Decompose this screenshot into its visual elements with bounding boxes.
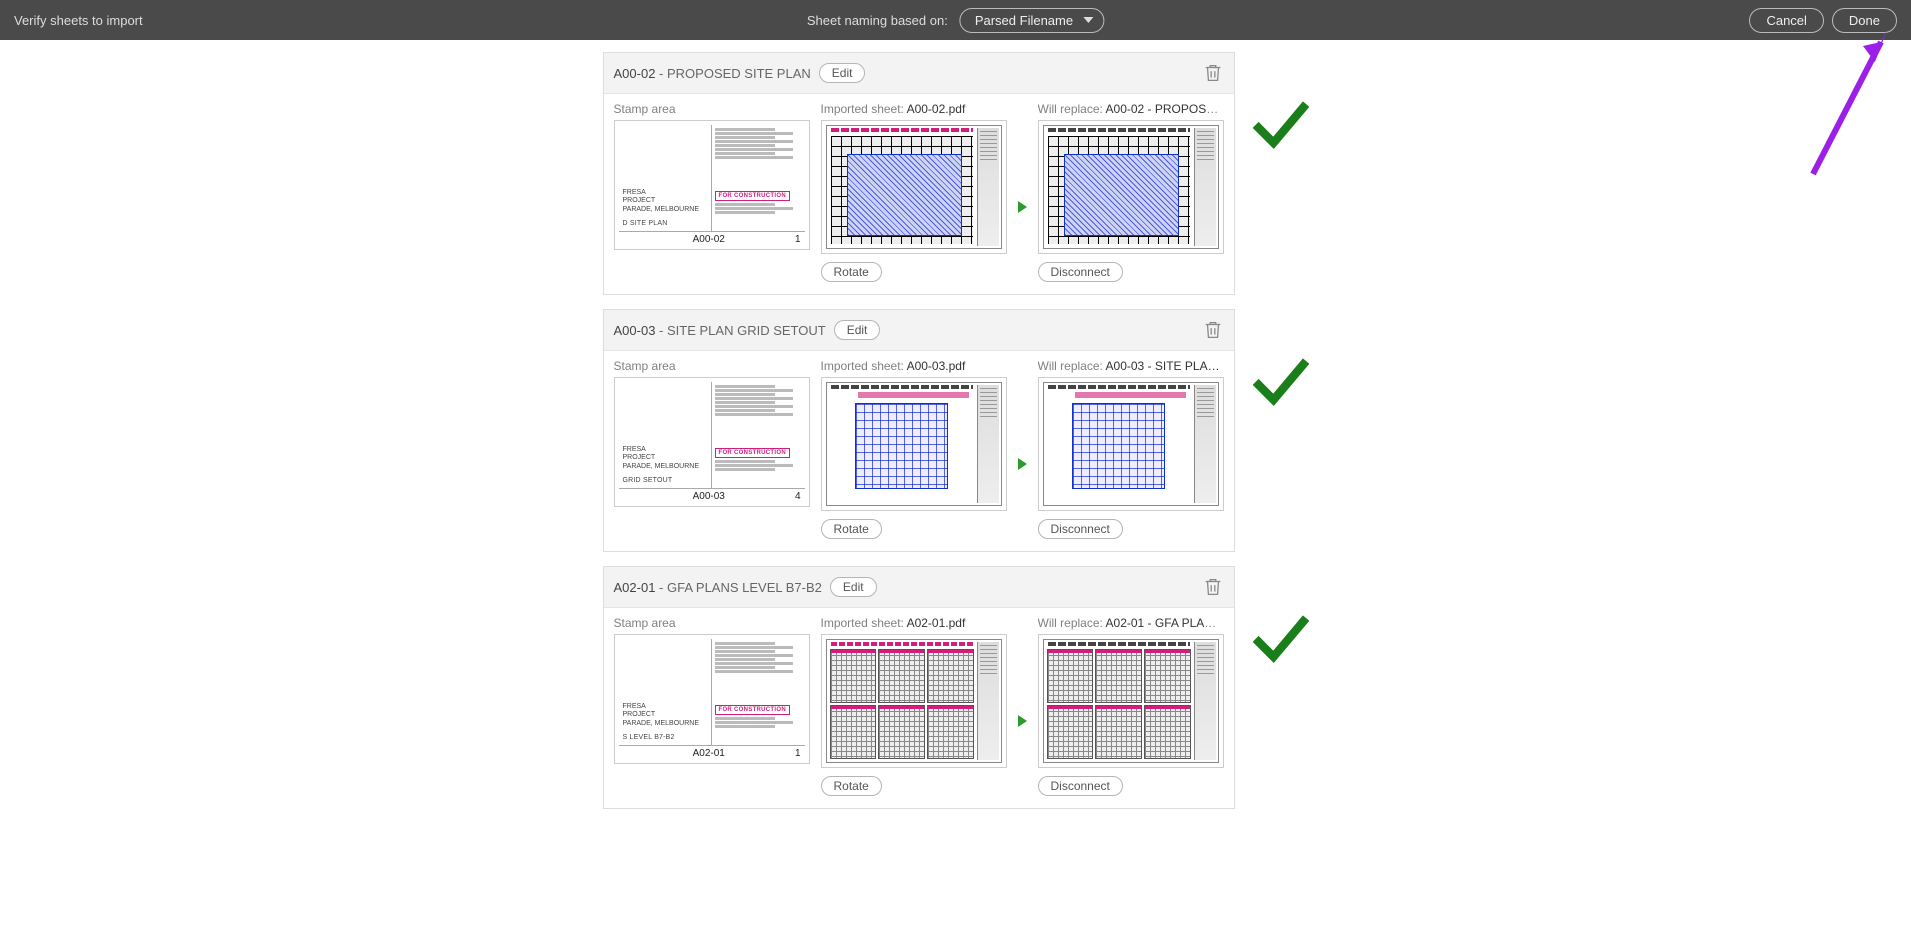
edit-button[interactable]: Edit — [819, 63, 866, 83]
sheet-card: A02-01 - GFA PLANS LEVEL B7-B2 Edit Stam… — [603, 566, 1235, 809]
stamp-area-label: Stamp area — [614, 102, 810, 116]
plan-thumbnail — [826, 639, 1002, 763]
check-icon — [1253, 355, 1309, 411]
naming-value: Parsed Filename — [975, 13, 1073, 28]
replace-label: Will replace: A00-03 - SITE PLA… — [1038, 359, 1224, 373]
for-construction-tag: FOR CONSTRUCTION — [715, 448, 790, 458]
rotate-button[interactable]: Rotate — [821, 262, 882, 282]
stamp-thumb[interactable]: FRESA PROJECT PARADE, MELBOURNE S LEVEL … — [614, 634, 810, 764]
stamp-page-number: 1 — [795, 234, 801, 245]
naming-label: Sheet naming based on: — [807, 13, 948, 28]
sheet-row: A02-01 - GFA PLANS LEVEL B7-B2 Edit Stam… — [603, 566, 1309, 809]
check-icon — [1253, 612, 1309, 668]
stamp-thumbnail: FRESA PROJECT PARADE, MELBOURNE GRID SET… — [619, 382, 805, 502]
imported-label: Imported sheet: A00-03.pdf — [821, 359, 1007, 373]
stamp-project: FRESA — [623, 189, 707, 197]
plan-thumbnail — [826, 382, 1002, 506]
disconnect-button[interactable]: Disconnect — [1038, 519, 1123, 539]
stamp-page-number: 1 — [795, 748, 801, 759]
sheet-name: A02-01 - GFA PLANS LEVEL B7-B2 — [614, 580, 822, 595]
stamp-thumb[interactable]: FRESA PROJECT PARADE, MELBOURNE GRID SET… — [614, 377, 810, 507]
sheet-name: A00-02 - PROPOSED SITE PLAN — [614, 66, 811, 81]
stamp-sheet-number: A02-01 — [693, 748, 725, 759]
stamp-sheet-number: A00-02 — [693, 234, 725, 245]
replace-thumb[interactable] — [1038, 120, 1224, 254]
imported-label: Imported sheet: A02-01.pdf — [821, 616, 1007, 630]
imported-thumb[interactable] — [821, 120, 1007, 254]
plan-thumbnail — [1043, 125, 1219, 249]
stamp-area-label: Stamp area — [614, 359, 810, 373]
card-header: A00-02 - PROPOSED SITE PLAN Edit — [604, 53, 1234, 94]
for-construction-tag: FOR CONSTRUCTION — [715, 191, 790, 201]
plan-thumbnail — [826, 125, 1002, 249]
imported-label: Imported sheet: A00-02.pdf — [821, 102, 1007, 116]
stamp-thumb[interactable]: FRESA PROJECT PARADE, MELBOURNE D SITE P… — [614, 120, 810, 250]
disconnect-button[interactable]: Disconnect — [1038, 262, 1123, 282]
edit-button[interactable]: Edit — [834, 320, 881, 340]
arrow-right-icon — [1018, 715, 1027, 727]
card-header: A00-03 - SITE PLAN GRID SETOUT Edit — [604, 310, 1234, 351]
naming-select[interactable]: Parsed Filename — [960, 8, 1104, 33]
imported-thumb[interactable] — [821, 634, 1007, 768]
naming-control: Sheet naming based on: Parsed Filename — [807, 8, 1104, 33]
done-button[interactable]: Done — [1832, 8, 1897, 33]
arrow-right-icon — [1018, 458, 1027, 470]
delete-button[interactable] — [1202, 61, 1224, 85]
stamp-thumbnail: FRESA PROJECT PARADE, MELBOURNE D SITE P… — [619, 125, 805, 245]
stamp-project: FRESA — [623, 703, 707, 711]
sheet-row: A00-03 - SITE PLAN GRID SETOUT Edit Stam… — [603, 309, 1309, 552]
stamp-area-label: Stamp area — [614, 616, 810, 630]
sheet-name: A00-03 - SITE PLAN GRID SETOUT — [614, 323, 826, 338]
disconnect-button[interactable]: Disconnect — [1038, 776, 1123, 796]
delete-button[interactable] — [1202, 318, 1224, 342]
check-icon — [1253, 98, 1309, 154]
top-bar: Verify sheets to import Sheet naming bas… — [0, 0, 1911, 40]
sheet-row: A00-02 - PROPOSED SITE PLAN Edit Stamp a… — [603, 52, 1309, 295]
plan-thumbnail — [1043, 639, 1219, 763]
sheet-card: A00-03 - SITE PLAN GRID SETOUT Edit Stam… — [603, 309, 1235, 552]
stamp-sheet-number: A00-03 — [693, 491, 725, 502]
stamp-page-number: 4 — [795, 491, 801, 502]
arrow-right-icon — [1018, 201, 1027, 213]
plan-thumbnail — [1043, 382, 1219, 506]
rotate-button[interactable]: Rotate — [821, 776, 882, 796]
for-construction-tag: FOR CONSTRUCTION — [715, 705, 790, 715]
replace-label: Will replace: A00-02 - PROPOSE… — [1038, 102, 1224, 116]
chevron-down-icon — [1083, 17, 1093, 23]
card-header: A02-01 - GFA PLANS LEVEL B7-B2 Edit — [604, 567, 1234, 608]
stamp-project: FRESA — [623, 446, 707, 454]
replace-label: Will replace: A02-01 - GFA PLAN… — [1038, 616, 1224, 630]
stamp-plan-label: D SITE PLAN — [623, 220, 707, 227]
imported-thumb[interactable] — [821, 377, 1007, 511]
sheet-card: A00-02 - PROPOSED SITE PLAN Edit Stamp a… — [603, 52, 1235, 295]
delete-button[interactable] — [1202, 575, 1224, 599]
page-title: Verify sheets to import — [14, 13, 143, 28]
rotate-button[interactable]: Rotate — [821, 519, 882, 539]
replace-thumb[interactable] — [1038, 377, 1224, 511]
edit-button[interactable]: Edit — [830, 577, 877, 597]
cancel-button[interactable]: Cancel — [1749, 8, 1823, 33]
stamp-plan-label: GRID SETOUT — [623, 477, 707, 484]
replace-thumb[interactable] — [1038, 634, 1224, 768]
stamp-plan-label: S LEVEL B7-B2 — [623, 734, 707, 741]
stamp-thumbnail: FRESA PROJECT PARADE, MELBOURNE S LEVEL … — [619, 639, 805, 759]
sheet-list: A00-02 - PROPOSED SITE PLAN Edit Stamp a… — [0, 40, 1911, 839]
